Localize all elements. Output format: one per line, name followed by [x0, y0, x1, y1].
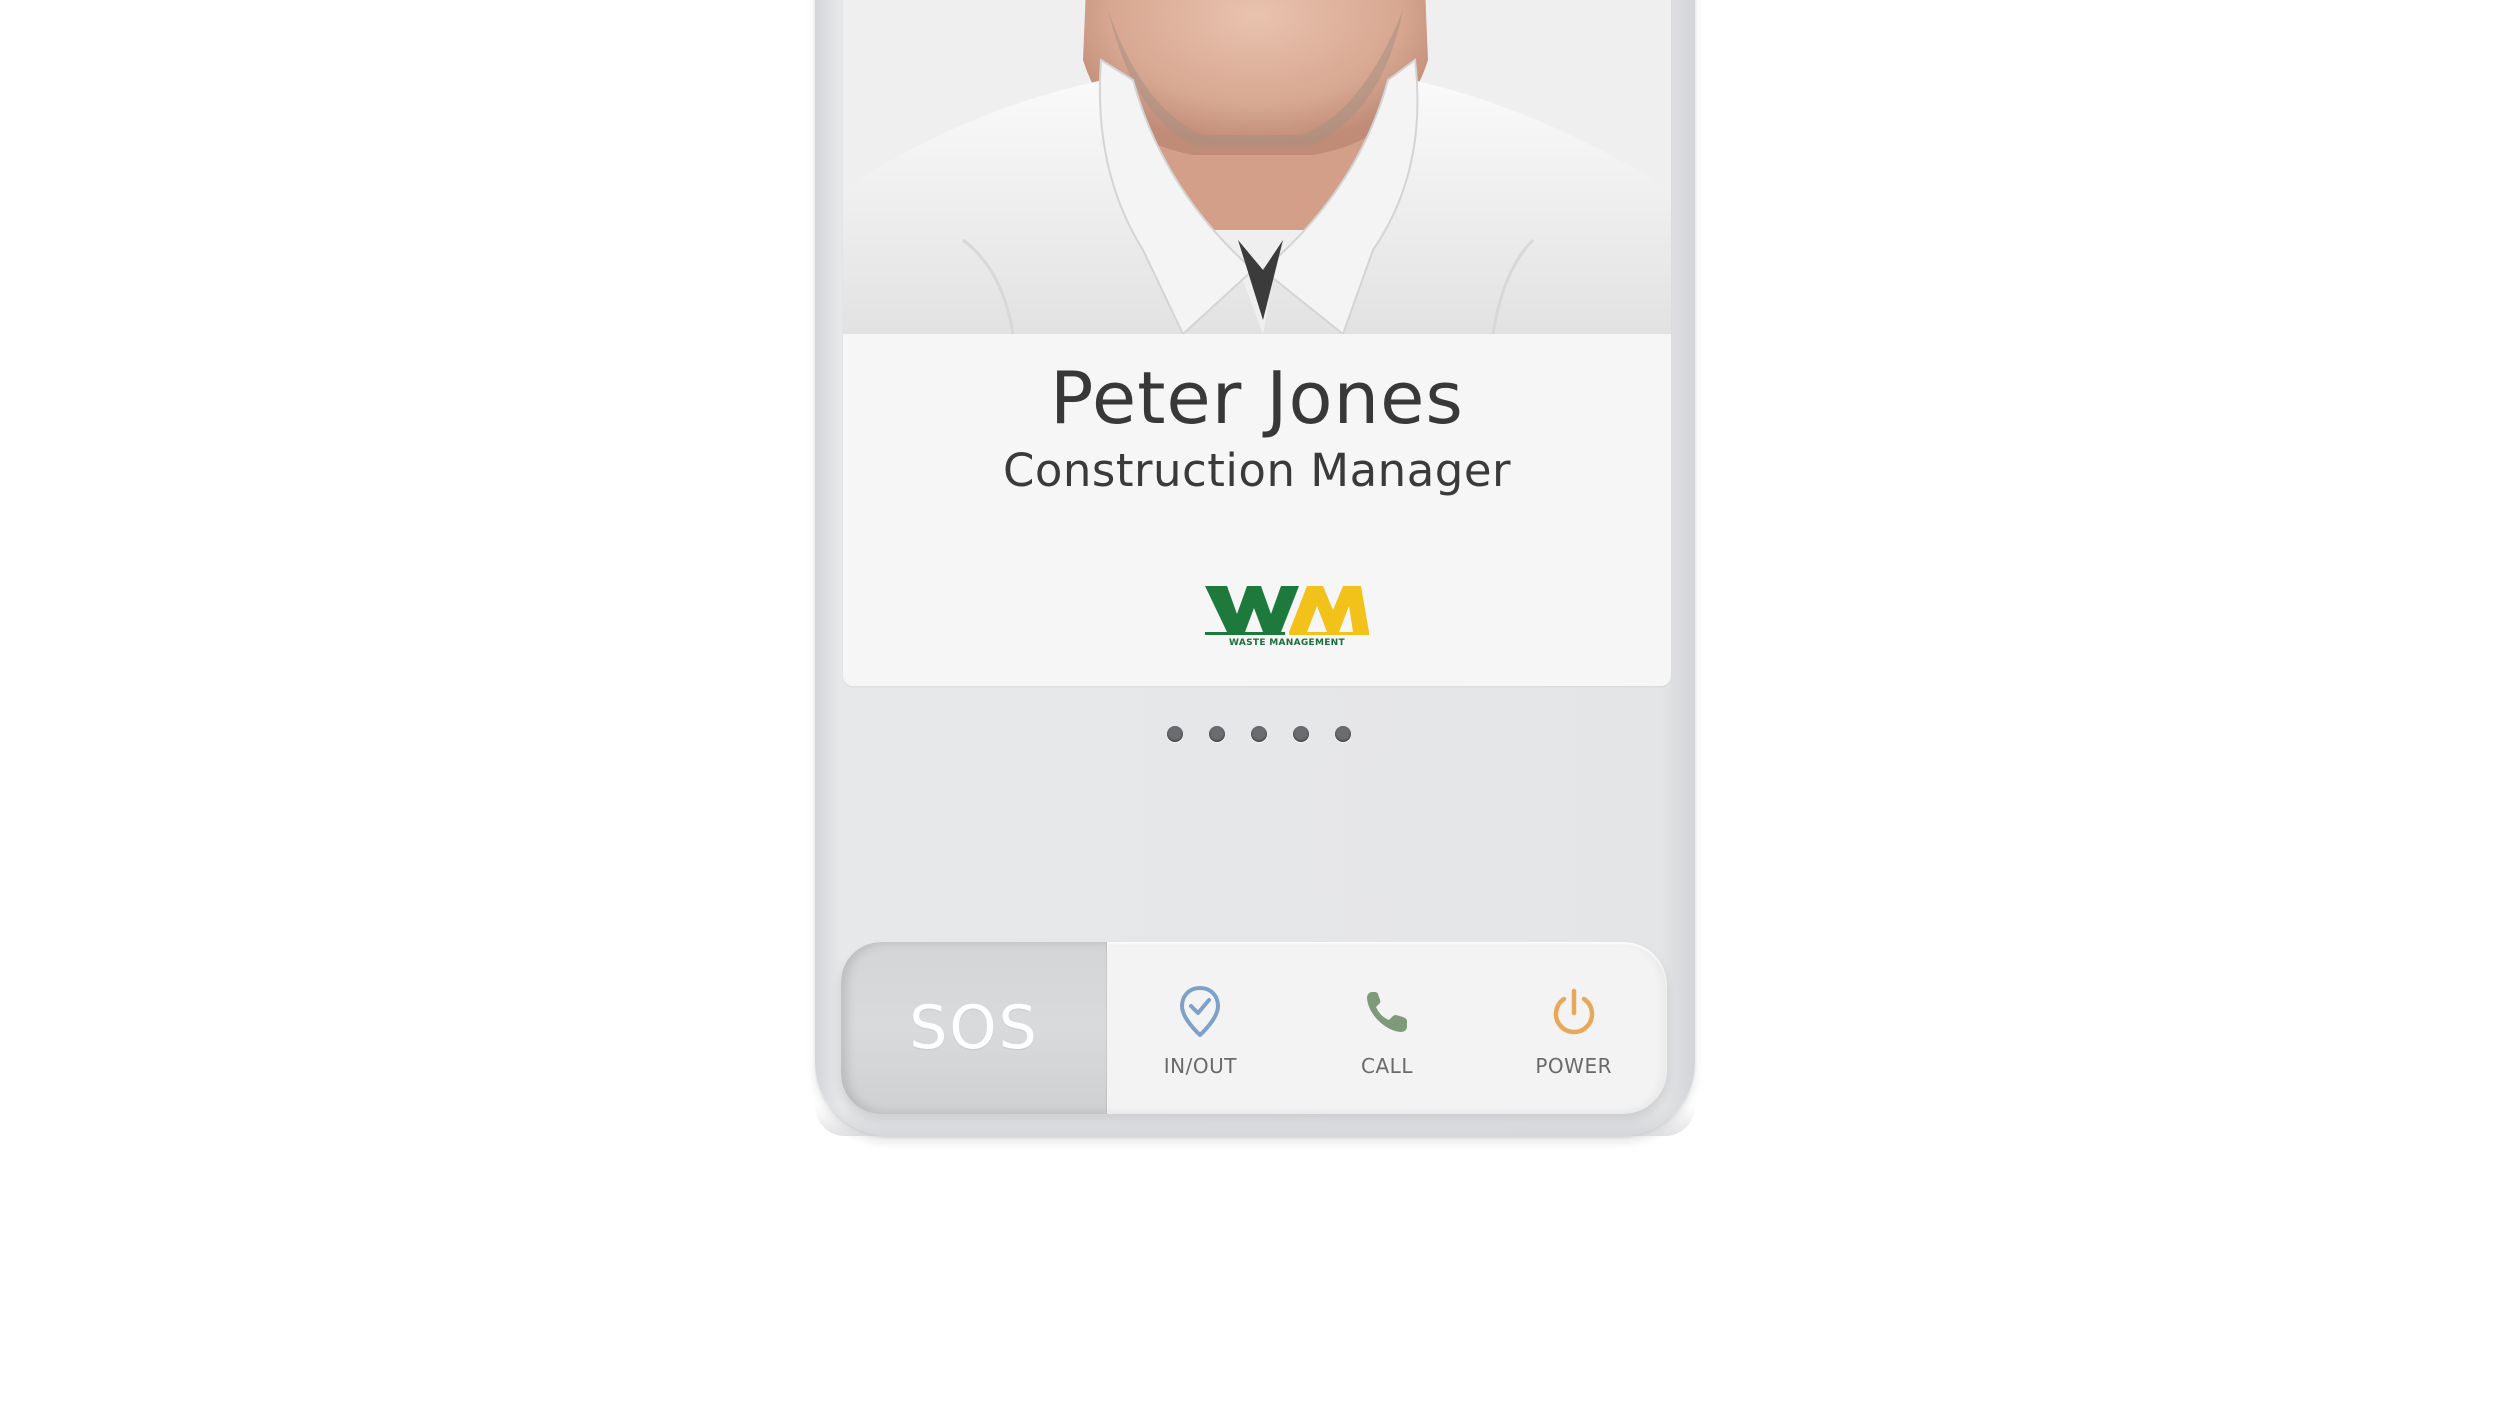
- person-title: Construction Manager: [1002, 444, 1512, 497]
- profile-photo-image: [843, 0, 1671, 334]
- sos-button[interactable]: SOS: [841, 942, 1107, 1114]
- page-dot[interactable]: [1167, 726, 1183, 742]
- profile-photo: [843, 0, 1671, 334]
- location-check-icon: [1174, 984, 1226, 1040]
- page-dot[interactable]: [1251, 726, 1267, 742]
- screen: Peter Jones Construction Manager WASTE M…: [0, 0, 2500, 1406]
- hardware-button-bar: SOS IN/OUT CALL POWER: [841, 942, 1667, 1114]
- id-card: Peter Jones Construction Manager WASTE M…: [843, 0, 1671, 686]
- call-button[interactable]: CALL: [1294, 942, 1481, 1114]
- in-out-button[interactable]: IN/OUT: [1107, 942, 1294, 1114]
- power-label: POWER: [1535, 1054, 1612, 1078]
- page-dot[interactable]: [1335, 726, 1351, 742]
- badge-device: Peter Jones Construction Manager WASTE M…: [815, 0, 1695, 1136]
- sos-label: SOS: [909, 993, 1039, 1063]
- power-icon: [1548, 984, 1600, 1040]
- in-out-label: IN/OUT: [1163, 1054, 1237, 1078]
- call-label: CALL: [1361, 1054, 1413, 1078]
- page-dot[interactable]: [1209, 726, 1225, 742]
- phone-icon: [1361, 984, 1413, 1040]
- person-name: Peter Jones: [1050, 356, 1464, 440]
- page-dot[interactable]: [1293, 726, 1309, 742]
- company-logo-caption: WASTE MANAGEMENT: [1229, 638, 1345, 648]
- page-indicator: [815, 726, 1695, 742]
- wm-logo-icon: [1205, 586, 1369, 635]
- company-logo: WASTE MANAGEMENT: [1201, 580, 1373, 650]
- power-button[interactable]: POWER: [1480, 942, 1667, 1114]
